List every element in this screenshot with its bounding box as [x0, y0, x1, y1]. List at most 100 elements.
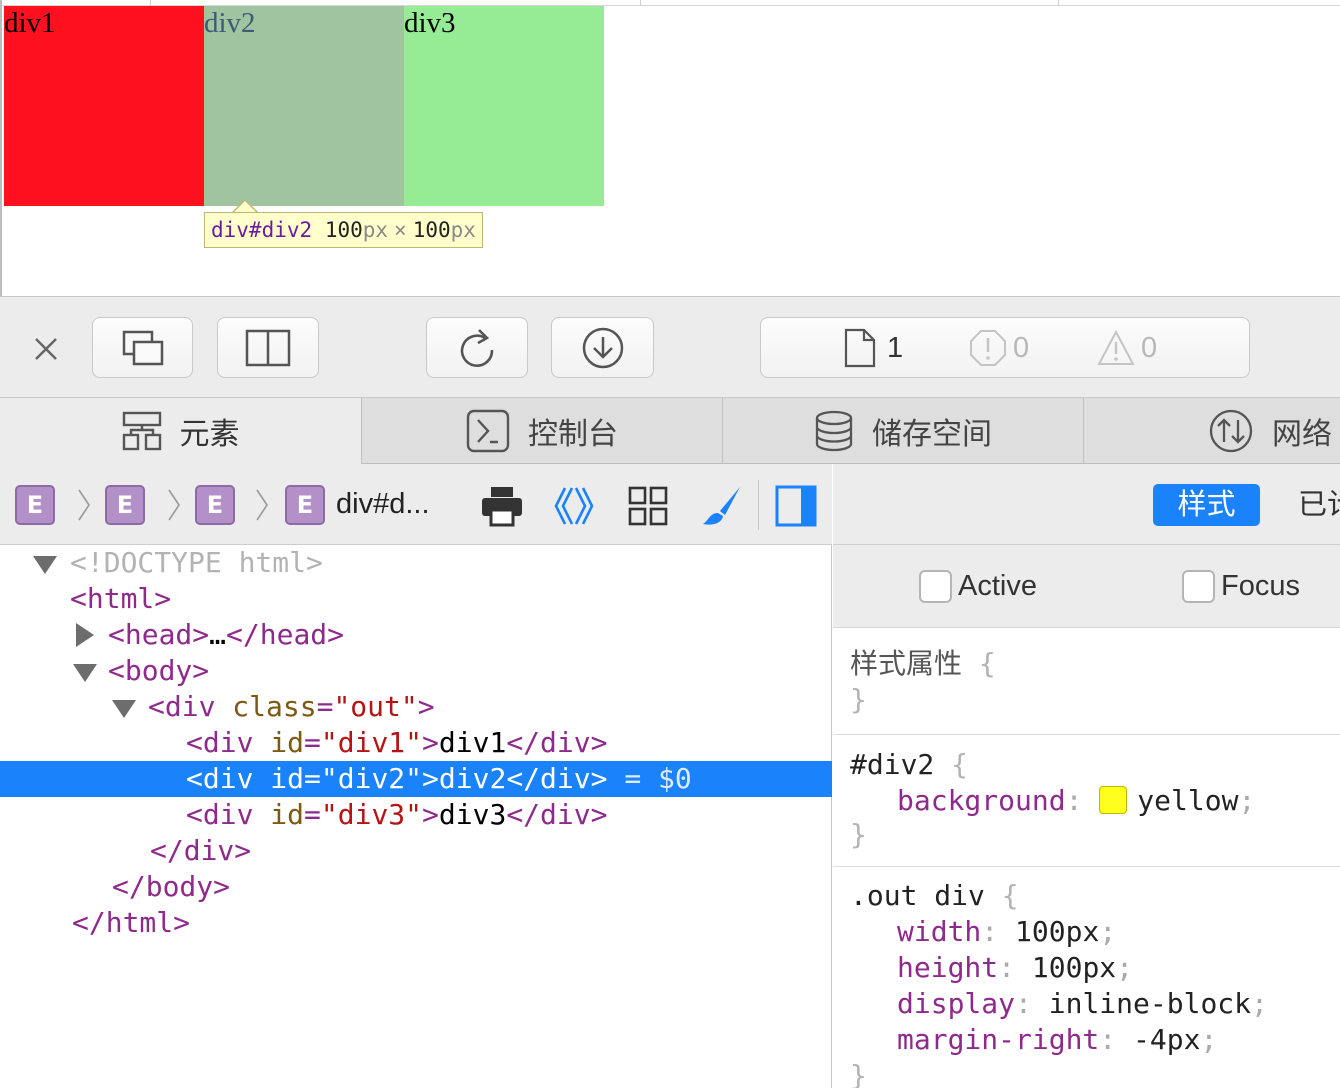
tag-text: <html> — [70, 582, 172, 615]
div3-box[interactable]: div3 — [404, 6, 604, 206]
tooltip-height: 100 — [412, 218, 451, 242]
close-icon[interactable] — [28, 331, 64, 367]
tag-text: </html> — [72, 906, 191, 939]
css-property-name[interactable]: width — [897, 915, 981, 948]
selected-node-variable: = $0 — [624, 762, 692, 795]
attr-name: id — [270, 726, 305, 759]
node-text: div2 — [438, 762, 507, 795]
attr-value: "div1" — [320, 726, 423, 759]
breadcrumb-separator — [78, 489, 90, 521]
dom-node-div-close[interactable]: </div> — [0, 833, 832, 869]
tag-text: <head> — [108, 618, 210, 651]
error-count-value: 0 — [1013, 331, 1030, 364]
paint-brush-icon[interactable] — [700, 484, 744, 528]
dom-node-div1[interactable]: <div id="div1">div1</div> — [0, 725, 832, 761]
reload-button[interactable] — [426, 317, 528, 378]
toggle-sidebar-icon[interactable] — [774, 484, 818, 528]
tag-text: > — [417, 690, 435, 723]
color-swatch[interactable] — [1099, 786, 1128, 814]
dom-node-body-close[interactable]: </body> — [0, 869, 832, 905]
pseudo-class-toggles: Active Focus — [833, 545, 1340, 628]
download-button[interactable] — [551, 317, 654, 378]
css-property-value[interactable]: inline-block — [1049, 987, 1251, 1020]
css-property-value[interactable]: 100px — [1032, 951, 1116, 984]
breadcrumb-element-badge[interactable]: E — [195, 485, 235, 525]
active-checkbox[interactable] — [919, 569, 952, 603]
dom-node-doctype[interactable]: <!DOCTYPE html> — [0, 545, 832, 581]
breadcrumb-element-badge[interactable]: E — [105, 485, 145, 525]
css-rule-div2[interactable]: #div2 { background: yellow; } — [833, 735, 1340, 867]
download-icon — [582, 327, 623, 368]
breadcrumb-element-badge[interactable]: E — [15, 485, 55, 525]
warning-icon — [1097, 330, 1135, 365]
attr-name: id — [270, 798, 305, 831]
collapse-triangle-icon[interactable] — [33, 556, 57, 574]
styles-sidebar: 样式 已计 Active Focus 样式属性 { } #div2 { back… — [833, 464, 1340, 1088]
warning-count[interactable]: 0 — [1097, 328, 1157, 368]
dom-node-html[interactable]: <html> — [0, 581, 832, 617]
tab-styles[interactable]: 样式 — [1153, 484, 1260, 526]
elements-icon — [122, 411, 161, 451]
network-icon — [1209, 409, 1253, 453]
style-attribute-label: 样式属性 — [850, 647, 963, 680]
style-attribute-rule[interactable]: 样式属性 { } — [833, 628, 1340, 735]
page-viewport: div1 div2 div3 div#div2 100px × 100px — [0, 0, 1340, 296]
attr-name: id — [270, 762, 305, 795]
breadcrumb-current[interactable]: div#d... — [336, 484, 430, 524]
attr-value: "div2" — [320, 762, 423, 795]
resource-count[interactable]: 1 — [843, 328, 903, 368]
dock-side-button[interactable] — [217, 317, 319, 378]
head-ellipsis: … — [209, 618, 227, 651]
css-property-name[interactable]: display — [897, 987, 1015, 1020]
ruler-tick — [640, 0, 641, 6]
attr-value: "out" — [333, 690, 418, 723]
dom-node-body[interactable]: <body> — [0, 653, 832, 689]
tab-network-label: 网络 — [1272, 418, 1332, 451]
reload-icon — [460, 328, 494, 367]
tag-text: </div> — [506, 726, 608, 759]
active-pseudo-toggle[interactable]: Active — [919, 565, 1037, 607]
div1-box[interactable]: div1 — [4, 6, 204, 206]
attr-value: "div3" — [320, 798, 423, 831]
dom-node-div3[interactable]: <div id="div3">div3</div> — [0, 797, 832, 833]
element-size-tooltip: div#div2 100px × 100px — [204, 212, 483, 248]
dom-node-html-close[interactable]: </html> — [0, 905, 832, 941]
css-property-name[interactable]: margin-right — [897, 1023, 1099, 1056]
tag-text: </div> — [506, 762, 608, 795]
warning-count-value: 0 — [1141, 331, 1158, 364]
tab-network[interactable]: 网络 — [1084, 398, 1340, 464]
breadcrumb-element-badge[interactable]: E — [285, 485, 325, 525]
div2-box[interactable]: div2 — [204, 6, 404, 206]
focus-pseudo-toggle[interactable]: Focus — [1182, 565, 1300, 607]
active-label: Active — [958, 569, 1037, 602]
tag-text: </div> — [150, 834, 252, 867]
error-icon — [970, 330, 1006, 366]
css-property-value[interactable]: 100px — [1015, 915, 1099, 948]
split-dock-icon — [245, 329, 291, 366]
layers-grid-icon[interactable] — [626, 484, 670, 528]
tab-console[interactable]: 控制台 — [362, 398, 723, 464]
css-property-value[interactable]: yellow — [1137, 784, 1238, 817]
tooltip-width-unit: px — [362, 218, 389, 242]
tab-elements[interactable]: 元素 — [0, 398, 362, 464]
dom-node-head[interactable]: <head>…</head> — [0, 617, 832, 653]
focus-checkbox[interactable] — [1182, 569, 1215, 603]
tag-text: </body> — [112, 870, 231, 903]
css-property-value[interactable]: -4px — [1133, 1023, 1200, 1056]
error-count[interactable]: 0 — [969, 328, 1029, 368]
dom-node-div-out[interactable]: <div class="out"> — [0, 689, 832, 725]
div2-text: div2 — [204, 7, 256, 39]
dom-source-icon[interactable] — [552, 484, 596, 528]
breadcrumb-separator — [256, 489, 268, 521]
undock-button[interactable] — [92, 317, 193, 378]
rule-selector: .out div — [850, 879, 985, 912]
css-rule-out-div[interactable]: .out div { width: 100px; height: 100px; … — [833, 867, 1340, 1088]
tab-storage[interactable]: 储存空间 — [723, 398, 1084, 464]
dom-node-div2-selected[interactable]: <div id="div2">div2</div> = $0 — [0, 761, 832, 797]
print-icon[interactable] — [480, 484, 524, 528]
storage-icon — [815, 410, 853, 452]
css-property-name[interactable]: background — [897, 784, 1066, 817]
css-property-name[interactable]: height — [897, 951, 998, 984]
activity-status[interactable]: 1 0 0 — [760, 317, 1250, 378]
tab-computed[interactable]: 已计 — [1298, 484, 1340, 526]
